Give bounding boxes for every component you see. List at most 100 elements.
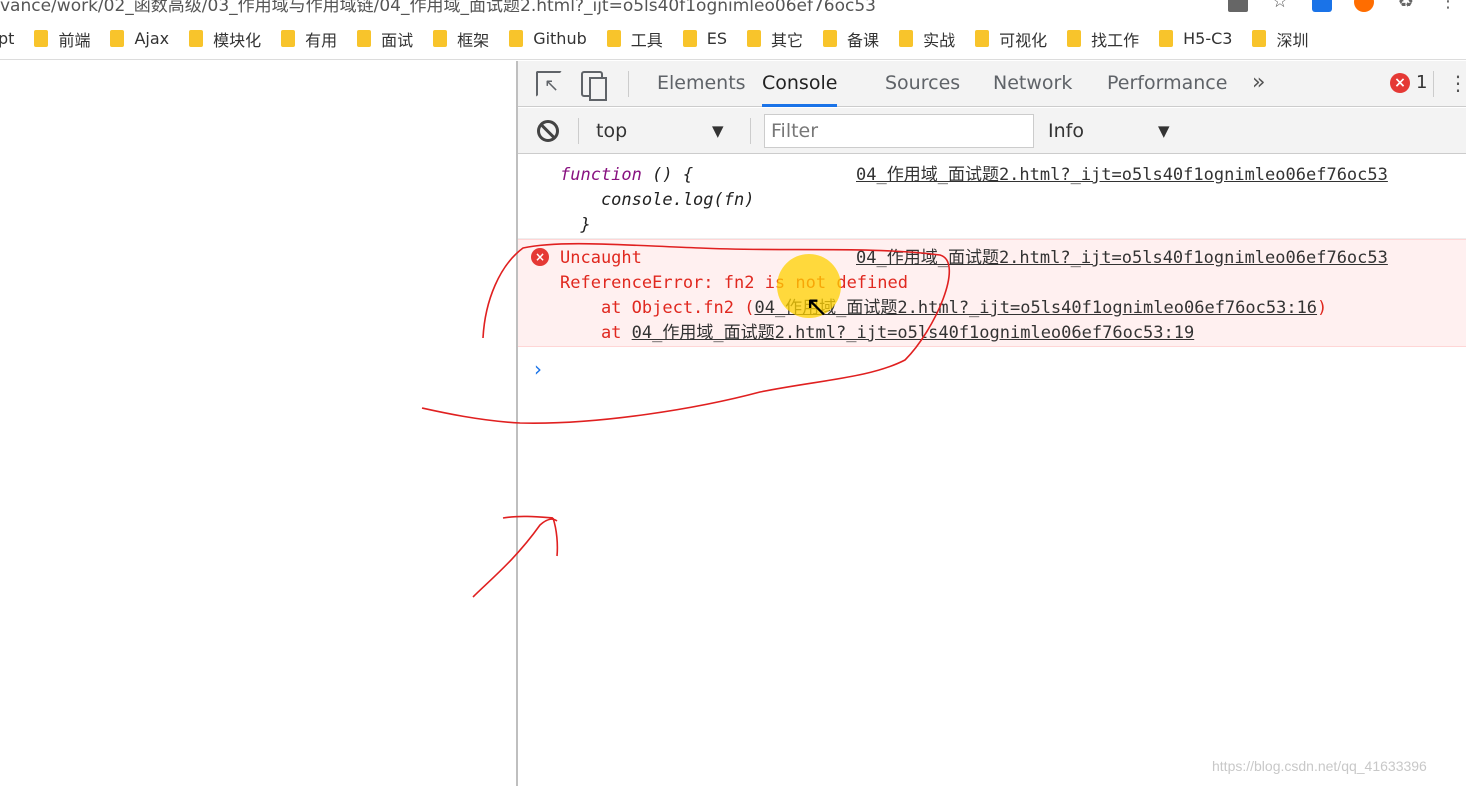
translate-icon[interactable] (1228, 0, 1248, 12)
error-source-link[interactable]: 04_作用域_面试题2.html?_ijt=o5ls40f1ognimleo06… (856, 246, 1388, 271)
bookmark-item[interactable]: 工具 (606, 27, 663, 51)
stack-link[interactable]: 04_作用域_面试题2.html?_ijt=o5ls40f1ognimleo06… (632, 323, 1195, 343)
folder-icon (281, 30, 296, 47)
more-tabs-icon[interactable]: » (1252, 61, 1265, 105)
bookmark-item[interactable]: 前端 (34, 27, 90, 51)
folder-icon (823, 30, 838, 47)
address-bar-icons: ☆ ♻ ⋮ (1228, 0, 1466, 12)
bookmark-star-icon[interactable]: ☆ (1270, 0, 1290, 12)
bookmark-item[interactable]: 其它 (747, 27, 803, 51)
bookmark-item[interactable]: 可视化 (975, 27, 1047, 51)
tab-elements[interactable]: Elements (657, 61, 746, 107)
error-line-prefix: at (560, 323, 632, 343)
clear-console-icon[interactable] (537, 120, 559, 142)
bookmark-label: 找工作 (1091, 30, 1140, 50)
error-line-suffix: ) (1317, 298, 1328, 318)
watermark: https://blog.csdn.net/qq_41633396 (1212, 758, 1427, 774)
error-icon: × (531, 248, 549, 266)
console-prompt-icon[interactable]: › (534, 357, 542, 381)
bookmark-item[interactable]: ES (682, 29, 728, 48)
folder-icon (1159, 30, 1174, 47)
bookmark-item[interactable]: 深圳 (1252, 27, 1308, 51)
bookmark-label: pt (0, 29, 15, 48)
bookmark-label: 框架 (457, 30, 490, 50)
bookmark-label: 前端 (58, 30, 91, 50)
device-toolbar-icon[interactable] (581, 71, 607, 101)
bookmark-label: 模块化 (213, 30, 262, 50)
context-selector[interactable]: top ▼ (588, 117, 748, 145)
sync-icon[interactable]: ♻ (1396, 0, 1416, 12)
address-bar[interactable]: vance/work/02_函数高级/03_作用域与作用域链/04_作用域_面试… (0, 0, 1466, 16)
devtools-menu-icon[interactable]: ⋮ (1448, 61, 1466, 105)
bookmark-item[interactable]: Ajax (110, 29, 169, 48)
bookmark-item[interactable]: 有用 (281, 27, 337, 51)
devtools-panel: Elements Console Sources Network Perform… (516, 61, 1466, 786)
divider (578, 118, 579, 144)
inspect-element-icon[interactable] (536, 71, 562, 97)
console-output: function () { console.log(fn) } 04_作用域_面… (518, 155, 1466, 786)
bookmark-item[interactable]: 面试 (357, 27, 413, 51)
error-line-prefix: at Object.fn2 ( (560, 298, 755, 318)
bookmark-label: ES (706, 29, 728, 48)
page-viewport[interactable] (0, 61, 516, 786)
divider (1433, 71, 1434, 97)
bookmark-label: H5-C3 (1183, 29, 1233, 48)
bookmark-label: Github (533, 29, 587, 48)
bookmark-item[interactable]: 模块化 (189, 27, 261, 51)
devtools-tabbar: Elements Console Sources Network Perform… (518, 61, 1466, 107)
folder-icon (1252, 30, 1267, 47)
folder-icon (606, 30, 621, 47)
log-line: () { (641, 165, 694, 185)
bookmark-item[interactable]: pt (0, 29, 14, 48)
bookmark-item[interactable]: 找工作 (1067, 27, 1139, 51)
bookmark-label: 备课 (847, 30, 880, 50)
tab-network[interactable]: Network (993, 61, 1072, 107)
log-line: } (560, 215, 591, 235)
bookmark-label: 有用 (305, 30, 338, 50)
error-line: Uncaught (560, 248, 642, 268)
log-levels-selector[interactable]: Info ▼ (1048, 117, 1208, 145)
stack-link[interactable]: 04_作用域_面试题2.html?_ijt=o5ls40f1ognimleo06… (754, 298, 1317, 318)
bookmark-label: 可视化 (999, 30, 1048, 50)
console-toolbar: top ▼ Info ▼ (518, 108, 1466, 154)
folder-icon (509, 30, 524, 47)
bookmark-item[interactable]: 备课 (823, 27, 879, 51)
log-keyword: function (560, 165, 642, 185)
filter-input[interactable] (764, 114, 1034, 148)
url-text[interactable]: vance/work/02_函数高级/03_作用域与作用域链/04_作用域_面试… (0, 0, 876, 16)
extension-orange-icon[interactable] (1354, 0, 1374, 12)
folder-icon (357, 30, 372, 47)
folder-icon (682, 30, 697, 47)
log-code: function () { console.log(fn) } (560, 163, 754, 238)
tab-sources[interactable]: Sources (885, 61, 960, 107)
error-line: ReferenceError: fn2 is not defined (560, 273, 908, 293)
bookmark-item[interactable]: Github (509, 29, 587, 48)
folder-icon (975, 30, 990, 47)
folder-icon (899, 30, 914, 47)
dropdown-arrow-icon: ▼ (1158, 122, 1170, 140)
folder-icon (189, 30, 204, 47)
folder-icon (110, 30, 125, 47)
divider (628, 71, 629, 97)
error-count[interactable]: 1 (1416, 61, 1427, 105)
dropdown-arrow-icon: ▼ (712, 122, 724, 140)
extension-icon[interactable] (1312, 0, 1332, 12)
browser-menu-icon[interactable]: ⋮ (1438, 0, 1458, 12)
bookmark-label: Ajax (134, 29, 170, 48)
folder-icon (1067, 30, 1082, 47)
mouse-cursor-icon: ↖ (805, 290, 829, 323)
console-log-message: function () { console.log(fn) } 04_作用域_面… (518, 155, 1466, 239)
bookmark-item[interactable]: 框架 (433, 27, 489, 51)
divider (750, 118, 751, 144)
bookmark-item[interactable]: H5-C3 (1159, 29, 1232, 48)
log-source-link[interactable]: 04_作用域_面试题2.html?_ijt=o5ls40f1ognimleo06… (856, 163, 1388, 188)
folder-icon (433, 30, 448, 47)
bookmark-label: 其它 (771, 30, 804, 50)
bookmarks-bar: pt 前端 Ajax 模块化 有用 面试 框架 Github 工具 ES 其它 … (0, 18, 1466, 60)
log-line: console.log(fn) (560, 190, 755, 210)
error-badge-icon[interactable]: × (1390, 73, 1410, 93)
folder-icon (747, 30, 762, 47)
bookmark-item[interactable]: 实战 (899, 27, 955, 51)
tab-performance[interactable]: Performance (1107, 61, 1227, 107)
tab-console[interactable]: Console (762, 61, 838, 107)
